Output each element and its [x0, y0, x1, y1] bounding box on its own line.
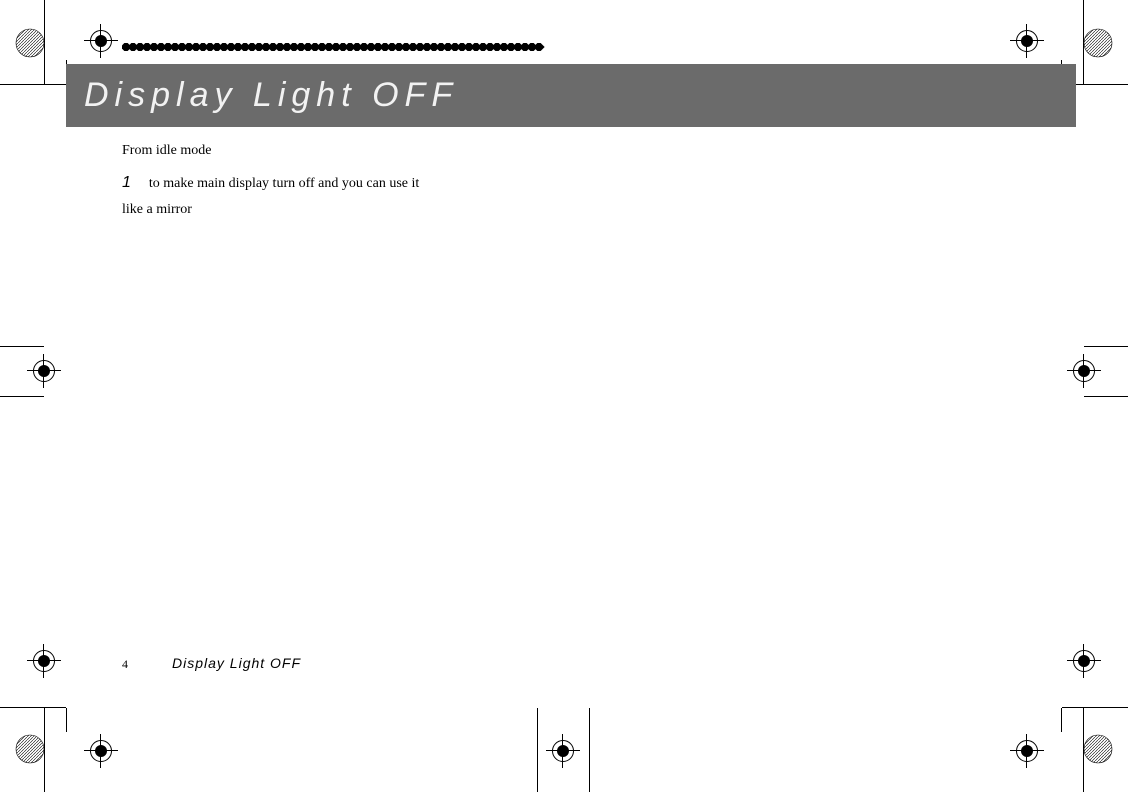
diamond-strip-icon — [122, 43, 562, 51]
registration-mark-icon — [552, 740, 574, 762]
crop-line — [0, 707, 44, 708]
registration-mark-icon — [1016, 740, 1038, 762]
registration-mark-icon — [1073, 360, 1095, 382]
crop-line — [0, 84, 44, 85]
corner-ball-icon — [1083, 28, 1113, 58]
frame-line — [1062, 707, 1084, 708]
corner-ball-icon — [15, 734, 45, 764]
page-number: 4 — [122, 657, 128, 671]
frame-line — [44, 84, 66, 85]
registration-mark-icon — [33, 360, 55, 382]
footer-section-title: Display Light OFF — [172, 655, 301, 671]
crop-line — [1084, 84, 1128, 85]
crop-line — [0, 396, 44, 397]
body-content: From idle mode 1 to make main display tur… — [122, 138, 542, 223]
corner-ball-icon — [15, 28, 45, 58]
registration-mark-icon — [90, 30, 112, 52]
crop-line — [1084, 396, 1128, 397]
crop-line — [1084, 346, 1128, 347]
crop-line — [1084, 707, 1128, 708]
frame-line — [44, 707, 66, 708]
frame-line — [1061, 708, 1062, 732]
step-number: 1 — [122, 174, 131, 191]
page-title-bar: Display Light OFF — [66, 64, 1076, 127]
registration-mark-icon — [1073, 650, 1095, 672]
corner-ball-icon — [1083, 734, 1113, 764]
frame-line — [66, 708, 67, 732]
page-title: Display Light OFF — [84, 76, 458, 114]
crop-line — [589, 708, 590, 792]
step-continuation: like a mirror — [122, 197, 542, 223]
page-footer: 4 Display Light OFF — [122, 655, 301, 673]
registration-mark-icon — [1016, 30, 1038, 52]
crop-line — [0, 346, 44, 347]
registration-mark-icon — [33, 650, 55, 672]
registration-mark-icon — [90, 740, 112, 762]
step-text: to make main display turn off and you ca… — [149, 176, 419, 191]
crop-line — [537, 708, 538, 792]
intro-text: From idle mode — [122, 138, 542, 164]
